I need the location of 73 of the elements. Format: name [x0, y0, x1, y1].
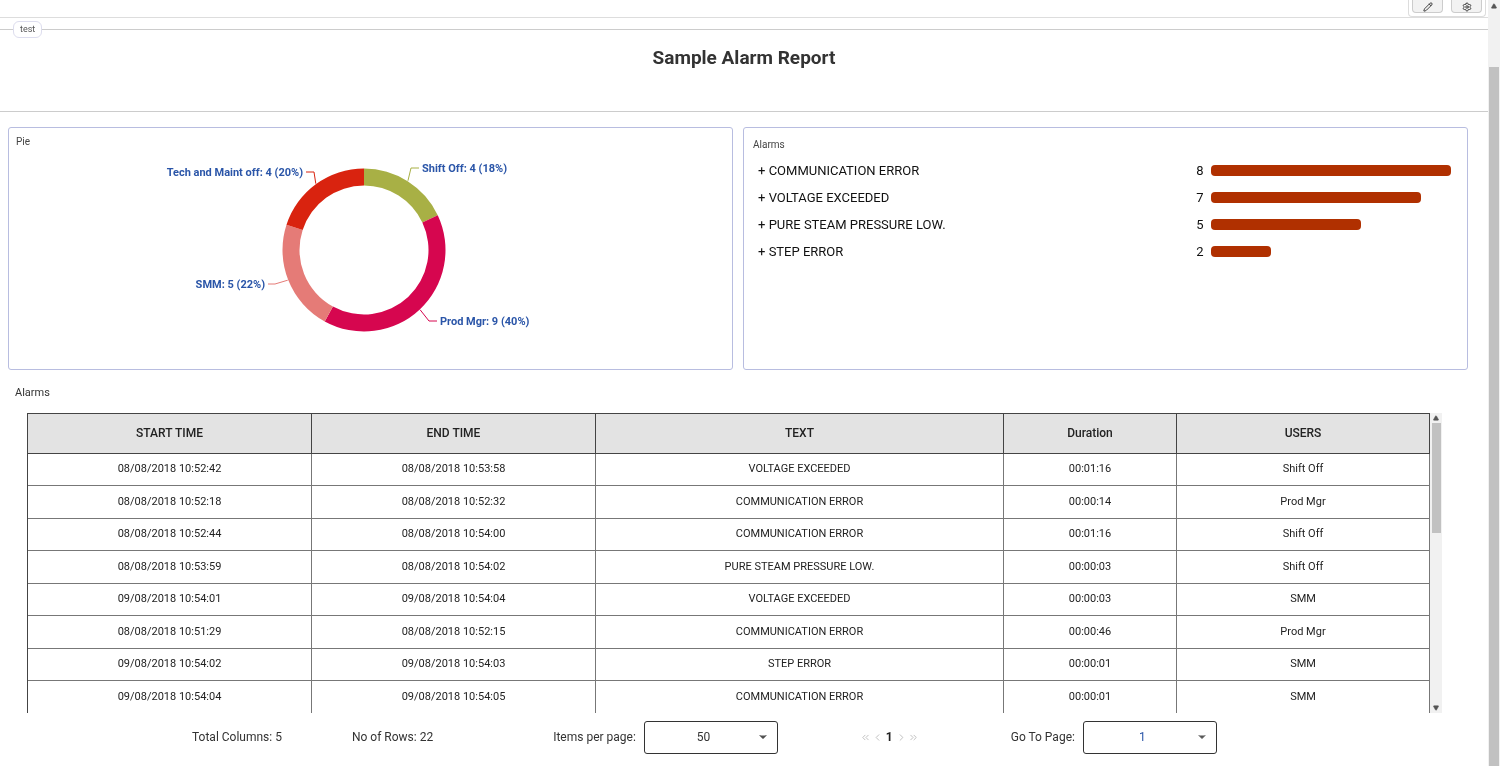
alarm-name[interactable]: + COMMUNICATION ERROR: [758, 161, 1186, 181]
go-to-page-label: Go To Page:: [1010, 729, 1075, 746]
table-cell: 00:00:01: [1004, 681, 1177, 713]
table-cell: COMMUNICATION ERROR: [596, 486, 1004, 519]
go-to-page-select[interactable]: 1: [1082, 720, 1217, 754]
report-title: Sample Alarm Report: [652, 45, 836, 71]
table-cell: 09/08/2018 10:54:03: [312, 648, 596, 681]
alarm-name[interactable]: + PURE STEAM PRESSURE LOW.: [758, 215, 1186, 235]
table-cell: 08/08/2018 10:54:00: [312, 518, 596, 551]
table-cell: 08/08/2018 10:53:58: [312, 453, 596, 486]
table-cell: 00:00:46: [1004, 616, 1177, 649]
table-cell: 09/08/2018 10:54:04: [312, 583, 596, 616]
table-cell: 00:00:14: [1004, 486, 1177, 519]
column-header[interactable]: Duration: [1004, 413, 1177, 454]
column-header[interactable]: END TIME: [312, 413, 596, 454]
panel-title: Alarms: [753, 138, 786, 152]
items-per-page-select[interactable]: 50: [643, 720, 778, 754]
items-per-page-label: Items per page:: [553, 729, 636, 746]
table-cell: VOLTAGE EXCEEDED: [596, 583, 1004, 616]
slice-label: SMM: 5 (22%): [195, 278, 265, 291]
table-cell: 00:00:03: [1004, 583, 1177, 616]
table-cell: 08/08/2018 10:52:44: [28, 518, 312, 551]
table-cell: 00:00:03: [1004, 551, 1177, 584]
settings-button[interactable]: [1451, 0, 1482, 13]
pencil-icon: [1422, 2, 1433, 12]
table-cell: 09/08/2018 10:54:02: [28, 648, 312, 681]
table-cell: 00:00:01: [1004, 648, 1177, 681]
fieldset-legend: test: [13, 21, 43, 38]
table-cell: 08/08/2018 10:51:29: [28, 616, 312, 649]
table-scrollbar[interactable]: [1430, 412, 1442, 713]
table-cell: 08/08/2018 10:53:59: [28, 551, 312, 584]
table-cell: 09/08/2018 10:54:04: [28, 681, 312, 713]
table-cell: COMMUNICATION ERROR: [596, 616, 1004, 649]
alarm-name[interactable]: + STEP ERROR: [758, 242, 1186, 262]
edit-button[interactable]: [1412, 0, 1443, 13]
leader-line: [267, 279, 289, 285]
table-cell: 09/08/2018 10:54:01: [28, 583, 312, 616]
column-header[interactable]: START TIME: [28, 413, 312, 454]
alarm-count: 8: [1195, 162, 1204, 181]
row-count: No of Rows: 22: [351, 729, 434, 746]
table-cell: COMMUNICATION ERROR: [596, 681, 1004, 713]
table-cell: 09/08/2018 10:54:05: [312, 681, 596, 713]
page-scrollbar[interactable]: [1488, 0, 1500, 766]
slice-label: Prod Mgr: 9 (40%): [440, 315, 530, 328]
table-cell: 08/08/2018 10:52:32: [312, 486, 596, 519]
total-columns: Total Columns: 5: [192, 728, 282, 746]
scroll-up-icon[interactable]: [1433, 414, 1439, 421]
table-cell: COMMUNICATION ERROR: [596, 518, 1004, 551]
slice-label: Tech and Maint off: 4 (20%): [166, 166, 303, 179]
scroll-up-icon[interactable]: [1491, 3, 1497, 9]
alarm-count: 5: [1195, 216, 1204, 235]
leader-line: [305, 171, 317, 185]
slice-label: Shift Off: 4 (18%): [422, 162, 508, 175]
table-cell: STEP ERROR: [596, 648, 1004, 681]
table-cell: VOLTAGE EXCEEDED: [596, 453, 1004, 486]
table-title: Alarms: [15, 385, 51, 401]
table-cell: 00:01:16: [1004, 518, 1177, 551]
alarm-count: 7: [1195, 189, 1204, 208]
table-cell: PURE STEAM PRESSURE LOW.: [596, 551, 1004, 584]
current-page[interactable]: 1: [885, 728, 893, 746]
table-cell: 08/08/2018 10:54:02: [312, 551, 596, 584]
alarm-count: 2: [1195, 243, 1204, 262]
table-cell: 08/08/2018 10:52:15: [312, 616, 596, 649]
column-header[interactable]: TEXT: [596, 413, 1004, 454]
leader-line: [419, 309, 438, 322]
table-cell: 08/08/2018 10:52:42: [28, 453, 312, 486]
settings-icon: [1461, 2, 1472, 12]
panel-title: Pie: [16, 135, 31, 149]
scroll-down-icon[interactable]: [1433, 704, 1439, 711]
table-cell: 08/08/2018 10:52:18: [28, 486, 312, 519]
table-cell: 00:01:16: [1004, 453, 1177, 486]
leader-line: [407, 167, 420, 182]
alarm-name[interactable]: + VOLTAGE EXCEEDED: [758, 188, 1186, 208]
